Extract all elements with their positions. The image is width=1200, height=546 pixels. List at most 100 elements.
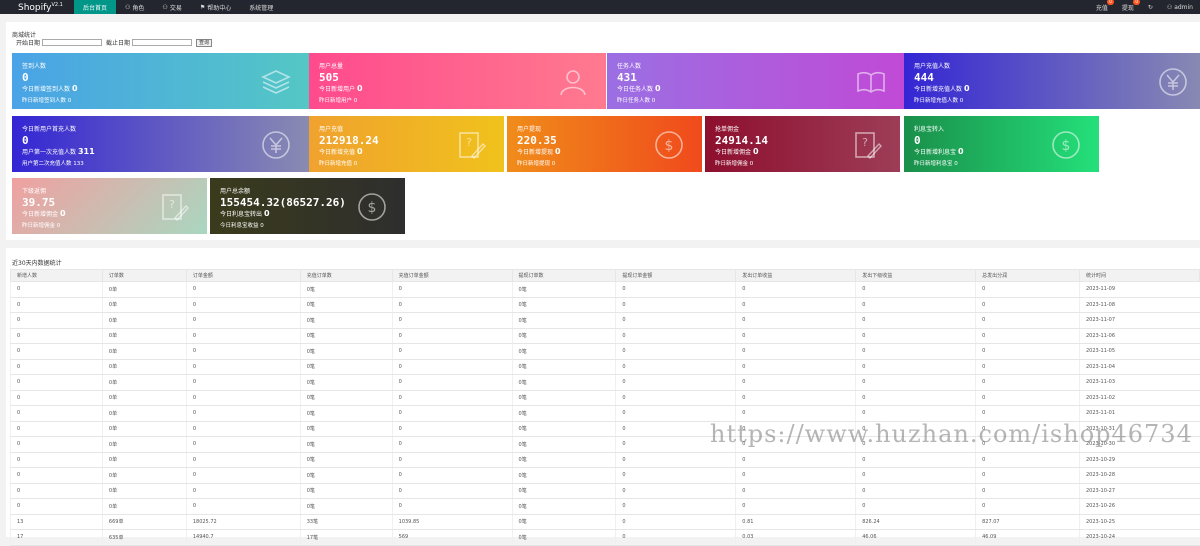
table-cell: 0 [391,498,513,515]
table-cell: 0笔 [511,498,616,515]
table-cell: 0 [615,483,736,499]
stat-card-line1-label: 今日新增佣金 [22,211,59,218]
stat-card: 利息宝转入 0 今日新增利息宝 0 昨日新增利息宝 0 $ [904,116,1099,172]
table-cell: 0笔 [511,421,616,437]
table-cell: 0单 [101,297,187,313]
table-header-cell[interactable]: 新增人数 [10,269,103,282]
table-cell: 0 [855,483,976,499]
table-cell: 0 [855,405,976,422]
brand-logo[interactable]: ShopifyV2.1 [0,2,74,13]
table-cell: 46.09 [975,529,1080,546]
stat-card-value: 39.75 [22,196,56,209]
table-cell: 0 [735,483,856,499]
table-cell: 0笔 [511,312,616,329]
stat-card-line1: 今日新增提现 0 [517,147,561,156]
stat-card-line1-label: 今日新增签到人数 [22,86,71,93]
nav-system-label: 系统管理 [249,4,274,12]
stat-card-line1-value: 0 [752,147,759,156]
stat-card-line2-label: 昨日新增佣金 [715,161,749,167]
withdraw-link[interactable]: 提现 0 [1115,0,1141,12]
stat-card-line1-label: 今日新增佣金 [715,149,752,156]
refresh-icon[interactable]: ↻ [1141,4,1160,11]
table-cell: 0笔 [511,405,616,422]
table-header-cell[interactable]: 订单数 [101,269,187,282]
stat-card-line2: 昨日新增充值 0 [319,159,357,167]
table-cell: 0单 [101,467,187,484]
end-date-input[interactable] [132,39,193,46]
table-cell: 0 [185,467,301,484]
table-cell: 0 [391,312,513,329]
table-cell: 17 [10,529,103,546]
table-cell: 0 [615,281,736,298]
user-menu[interactable]: ⚇ admin [1160,4,1200,11]
table-header-cell[interactable]: 提现订单数 [511,269,617,282]
table-cell: 17笔 [299,529,393,546]
stat-card: 用户充值 212918.24 今日新增充值 0 昨日新增充值 0? [309,116,504,172]
table-cell: 0笔 [299,281,393,298]
table-cell: 0 [10,374,103,391]
stat-card-line1-label: 用户第一次充值人数 [22,149,77,156]
table-header-cell[interactable]: 总发出分润 [975,269,1080,282]
stat-card: 用户总量 505 今日新增用户 0 昨日新增用户 0 [309,53,606,109]
nav-trade[interactable]: ⚇ 交易 [153,0,190,14]
table-cell: 0笔 [511,374,616,391]
table-cell: 0 [615,343,736,360]
table-cell: 0笔 [511,483,616,499]
withdraw-label: 提现 [1121,4,1134,12]
table-cell: 0 [185,359,301,375]
table-cell: 0 [185,436,301,453]
table-header-cell[interactable]: 订单金额 [185,269,301,282]
table-cell: 0 [10,281,103,298]
stat-card-line1: 今日新增充值人数 0 [914,84,970,93]
table-cell: 2023-10-28 [1078,467,1200,484]
table-cell: 0 [615,390,736,406]
stat-card-value: 444 [914,71,934,84]
table-cell: 46.06 [855,529,976,546]
svg-text:$: $ [368,200,377,216]
query-button[interactable]: 查询 [196,38,213,47]
nav-help[interactable]: ⚑ 帮助中心 [191,0,240,14]
recharge-link[interactable]: 充值 0 [1089,0,1115,12]
table-cell: 0 [10,467,103,484]
nav-home[interactable]: 后台首页 [74,0,117,14]
table-cell: 0笔 [299,343,393,360]
table-cell: 0单 [101,374,187,391]
stat-card-line2-value: 0 [260,223,264,229]
svg-text:$: $ [1062,138,1071,154]
nav-system[interactable]: 系统管理 [240,0,282,14]
table-header-cell[interactable]: 发出下级收益 [855,269,977,282]
table-row: 0 0单 0 0笔 0 0笔 0 0 0 0 2023-11-02 [10,390,1200,406]
table-cell: 0 [855,374,976,391]
stat-card-line2: 昨日新增佣金 0 [715,159,753,167]
nav-trade-label: 交易 [169,4,182,12]
table-row: 0 0单 0 0笔 0 0笔 0 0 0 0 2023-11-05 [10,343,1200,360]
watermark: https://www.huzhan.com/ishop46734 [710,420,1193,448]
table-header-cell[interactable]: 充值订单金额 [391,269,513,282]
stat-card-line1: 今日新增签到人数 0 [22,84,78,93]
table-cell: 0 [975,297,1080,313]
table-row: 0 0单 0 0笔 0 0笔 0 0 0 0 2023-11-06 [10,328,1200,344]
yen-icon [1159,68,1187,96]
table-header-cell[interactable]: 发出订单收益 [735,269,857,282]
layers-icon [261,70,291,94]
table-cell: 0 [615,297,736,313]
table-header-cell[interactable]: 提现订单金额 [615,269,737,282]
stat-card-line2: 今日利息宝收益 0 [220,221,264,229]
stat-card-title: 用户总余额 [220,188,251,195]
table-row: 0 0单 0 0笔 0 0笔 0 0 0 0 2023-11-01 [10,405,1200,422]
stat-card-line2: 昨日任务人数 0 [617,96,655,104]
nav-help-label: 帮助中心 [207,4,232,12]
table-cell: 0 [855,328,976,344]
stat-card-line2: 昨日新增佣金 0 [22,221,60,229]
stat-card-line2-label: 昨日新增充值人数 [914,98,959,104]
table-row: 0 0单 0 0笔 0 0笔 0 0 0 0 2023-10-27 [10,483,1200,499]
table-cell: 0单 [101,483,187,499]
table-header-cell[interactable]: 充值订单数 [299,269,393,282]
nav-role[interactable]: ⚇ 角色 [116,0,153,14]
stat-card-line2-value: 0 [651,98,656,104]
table-cell: 0单 [101,281,187,298]
start-date-input[interactable] [42,39,103,46]
table-header-cell[interactable]: 统计时间 [1078,269,1200,282]
stat-card-line1: 今日新增佣金 0 [715,147,759,156]
table-cell: 0 [615,498,736,515]
